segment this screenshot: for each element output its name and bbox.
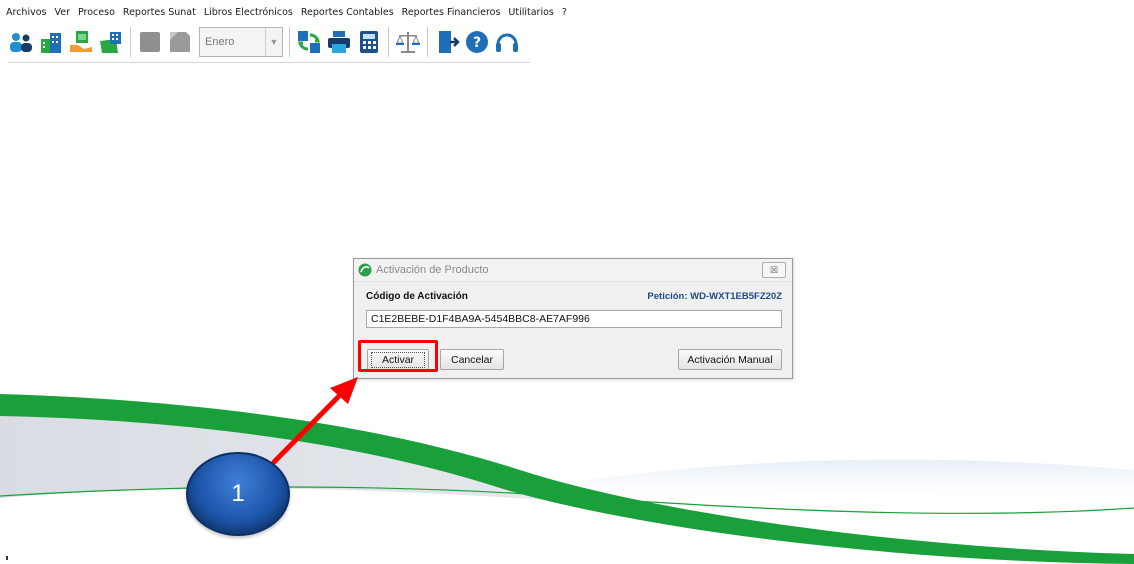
menu-ver[interactable]: Ver bbox=[54, 7, 70, 18]
printer-icon[interactable] bbox=[326, 27, 352, 57]
menu-libros-electronicos[interactable]: Libros Electrónicos bbox=[204, 7, 293, 18]
dialog-title: Activación de Producto bbox=[376, 264, 489, 276]
users-icon[interactable] bbox=[8, 27, 34, 57]
toolbar: Enero ▼ ? bbox=[8, 24, 530, 60]
menu-utilitarios[interactable]: Utilitarios bbox=[508, 7, 553, 18]
manual-activation-button[interactable]: Activación Manual bbox=[678, 349, 782, 370]
chevron-down-icon[interactable]: ▼ bbox=[265, 28, 282, 56]
headset-icon[interactable] bbox=[494, 27, 520, 57]
activation-code-input[interactable]: C1E2BEBE-D1F4BA9A-5454BBC8-AE7AF996 bbox=[366, 310, 782, 328]
app-logo-icon bbox=[358, 263, 372, 277]
edge-mark bbox=[6, 556, 8, 560]
step-number-badge: 1 bbox=[186, 452, 290, 536]
activate-highlight-box bbox=[358, 340, 438, 372]
dialog-title-bar: Activación de Producto bbox=[354, 259, 792, 282]
background-wave bbox=[0, 394, 1134, 564]
toolbar-separator bbox=[427, 27, 428, 57]
exit-door-icon[interactable] bbox=[434, 27, 460, 57]
menu-help[interactable]: ? bbox=[562, 7, 567, 18]
toolbar-separator bbox=[388, 27, 389, 57]
sync-icon[interactable] bbox=[296, 27, 322, 57]
month-select[interactable]: Enero ▼ bbox=[199, 27, 283, 57]
menu-archivos[interactable]: Archivos bbox=[6, 7, 46, 18]
menu-reportes-contables[interactable]: Reportes Contables bbox=[301, 7, 394, 18]
month-select-value: Enero bbox=[205, 36, 235, 48]
menu-proceso[interactable]: Proceso bbox=[78, 7, 115, 18]
balance-scale-icon[interactable] bbox=[395, 27, 421, 57]
company-card-icon[interactable] bbox=[98, 27, 124, 57]
menu-reportes-sunat[interactable]: Reportes Sunat bbox=[123, 7, 196, 18]
gray-folded-icon[interactable] bbox=[167, 27, 193, 57]
menu-reportes-financieros[interactable]: Reportes Financieros bbox=[402, 7, 501, 18]
gray-square-icon[interactable] bbox=[137, 27, 163, 57]
toolbar-separator bbox=[130, 27, 131, 57]
close-icon[interactable]: ☒ bbox=[762, 262, 786, 278]
buildings-icon[interactable] bbox=[38, 27, 64, 57]
help-icon[interactable]: ? bbox=[464, 27, 490, 57]
calculator-icon[interactable] bbox=[356, 27, 382, 57]
cancel-button[interactable]: Cancelar bbox=[440, 349, 504, 370]
activation-code-label: Código de Activación bbox=[366, 291, 468, 302]
toolbar-separator bbox=[289, 27, 290, 57]
request-id-label: Petición: WD-WXT1EB5FZ20Z bbox=[647, 291, 782, 302]
svg-text:?: ? bbox=[473, 35, 481, 51]
person-money-icon[interactable] bbox=[68, 27, 94, 57]
menu-bar: Archivos Ver Proceso Reportes Sunat Libr… bbox=[0, 0, 1134, 24]
toolbar-bottom-border bbox=[8, 62, 530, 63]
